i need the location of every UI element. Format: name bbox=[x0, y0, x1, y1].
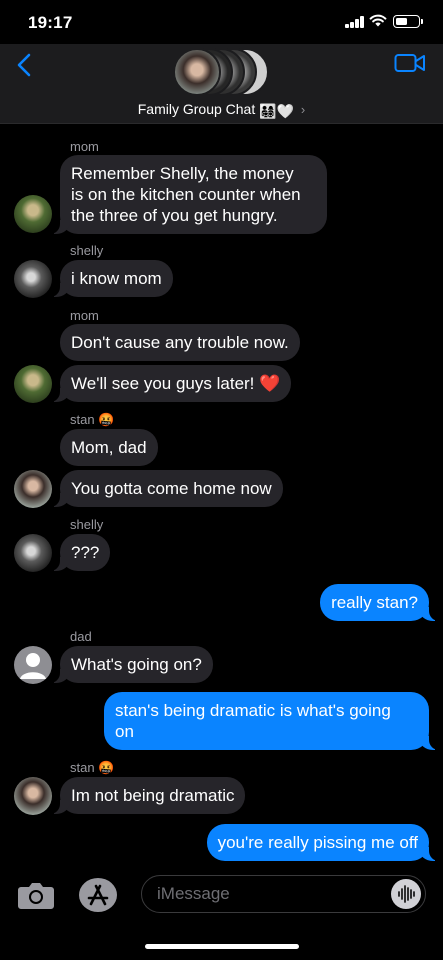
group-avatar-stack[interactable] bbox=[173, 48, 273, 96]
message-text: Remember Shelly, the money bbox=[71, 164, 294, 183]
avatar[interactable] bbox=[14, 365, 52, 403]
message-text: really stan? bbox=[331, 593, 418, 612]
status-time: 19:17 bbox=[28, 13, 73, 32]
status-bar: 19:17 bbox=[0, 0, 443, 44]
sender-name: dad bbox=[70, 629, 92, 644]
audio-waveform-icon[interactable] bbox=[391, 879, 421, 909]
message-text: on bbox=[115, 722, 134, 741]
message-text: ??? bbox=[71, 543, 100, 562]
sender-name: shelly bbox=[70, 517, 104, 532]
chevron-right-icon: › bbox=[300, 102, 306, 117]
message-bubble[interactable]: We'll see you guys later! ❤️ bbox=[49, 365, 292, 402]
sender-name: mom bbox=[70, 139, 99, 154]
cellular-signal-icon bbox=[345, 16, 365, 28]
message-bubble[interactable]: ??? bbox=[49, 534, 111, 571]
avatar[interactable] bbox=[14, 646, 52, 684]
app-store-icon[interactable] bbox=[78, 877, 118, 913]
avatar[interactable] bbox=[14, 260, 52, 298]
message-bubble[interactable]: Remember Shelly, the money is on the kit… bbox=[50, 155, 327, 234]
message-bubble[interactable]: What's going on? bbox=[50, 646, 213, 683]
sender-name: stan 🤬 bbox=[70, 760, 115, 775]
message-text: What's going on? bbox=[71, 655, 202, 674]
camera-icon[interactable] bbox=[17, 880, 55, 910]
video-call-icon[interactable] bbox=[394, 52, 426, 74]
message-text: You gotta come home now bbox=[71, 479, 272, 498]
message-bubble[interactable]: Don't cause any trouble now. bbox=[60, 324, 300, 361]
message-text: Mom, dad bbox=[71, 438, 147, 457]
message-text: stan's being dramatic is what's going bbox=[115, 701, 391, 720]
message-text: We'll see you guys later! ❤️ bbox=[71, 374, 281, 393]
message-bubble[interactable]: i know mom bbox=[50, 260, 173, 297]
message-bubble[interactable]: really stan? bbox=[320, 584, 439, 621]
chat-header: Family Group Chat 👨‍👩‍👧‍👦🤍 › bbox=[0, 44, 443, 124]
avatar[interactable] bbox=[14, 195, 52, 233]
message-bubble[interactable]: Im not being dramatic bbox=[49, 777, 246, 814]
message-text: you're really pissing me off bbox=[217, 833, 418, 852]
message-text: Im not being dramatic bbox=[71, 786, 235, 805]
message-input-bar bbox=[0, 864, 443, 926]
battery-icon bbox=[393, 15, 423, 28]
chat-title-text: Family Group Chat bbox=[137, 101, 256, 117]
message-text: Don't cause any trouble now. bbox=[71, 333, 289, 352]
sender-name: mom bbox=[70, 308, 99, 323]
avatar[interactable] bbox=[14, 470, 52, 508]
message-bubble[interactable]: You gotta come home now bbox=[50, 470, 283, 507]
avatar bbox=[173, 48, 221, 96]
imessage-field[interactable] bbox=[141, 875, 426, 913]
person-icon bbox=[20, 653, 46, 679]
avatar[interactable] bbox=[14, 534, 52, 572]
home-indicator[interactable] bbox=[145, 944, 299, 949]
message-text: the three of you get hungry. bbox=[71, 206, 278, 225]
back-chevron-icon[interactable] bbox=[14, 52, 36, 78]
conversation: mom Remember Shelly, the money is on the… bbox=[0, 124, 443, 864]
avatar[interactable] bbox=[14, 777, 52, 815]
sender-name: shelly bbox=[70, 243, 104, 258]
sender-name: stan 🤬 bbox=[70, 412, 115, 427]
message-text: is on the kitchen counter when bbox=[71, 185, 301, 204]
message-bubble[interactable]: Mom, dad bbox=[60, 429, 158, 466]
chat-title[interactable]: Family Group Chat 👨‍👩‍👧‍👦🤍 › bbox=[0, 101, 443, 120]
message-bubble[interactable]: stan's being dramatic is what's going on bbox=[104, 692, 439, 750]
chat-title-emoji: 👨‍👩‍👧‍👦🤍 bbox=[259, 103, 294, 119]
message-input[interactable] bbox=[157, 876, 377, 912]
message-bubble[interactable]: you're really pissing me off bbox=[206, 824, 440, 861]
wifi-icon bbox=[369, 14, 387, 27]
message-text: i know mom bbox=[71, 269, 162, 288]
